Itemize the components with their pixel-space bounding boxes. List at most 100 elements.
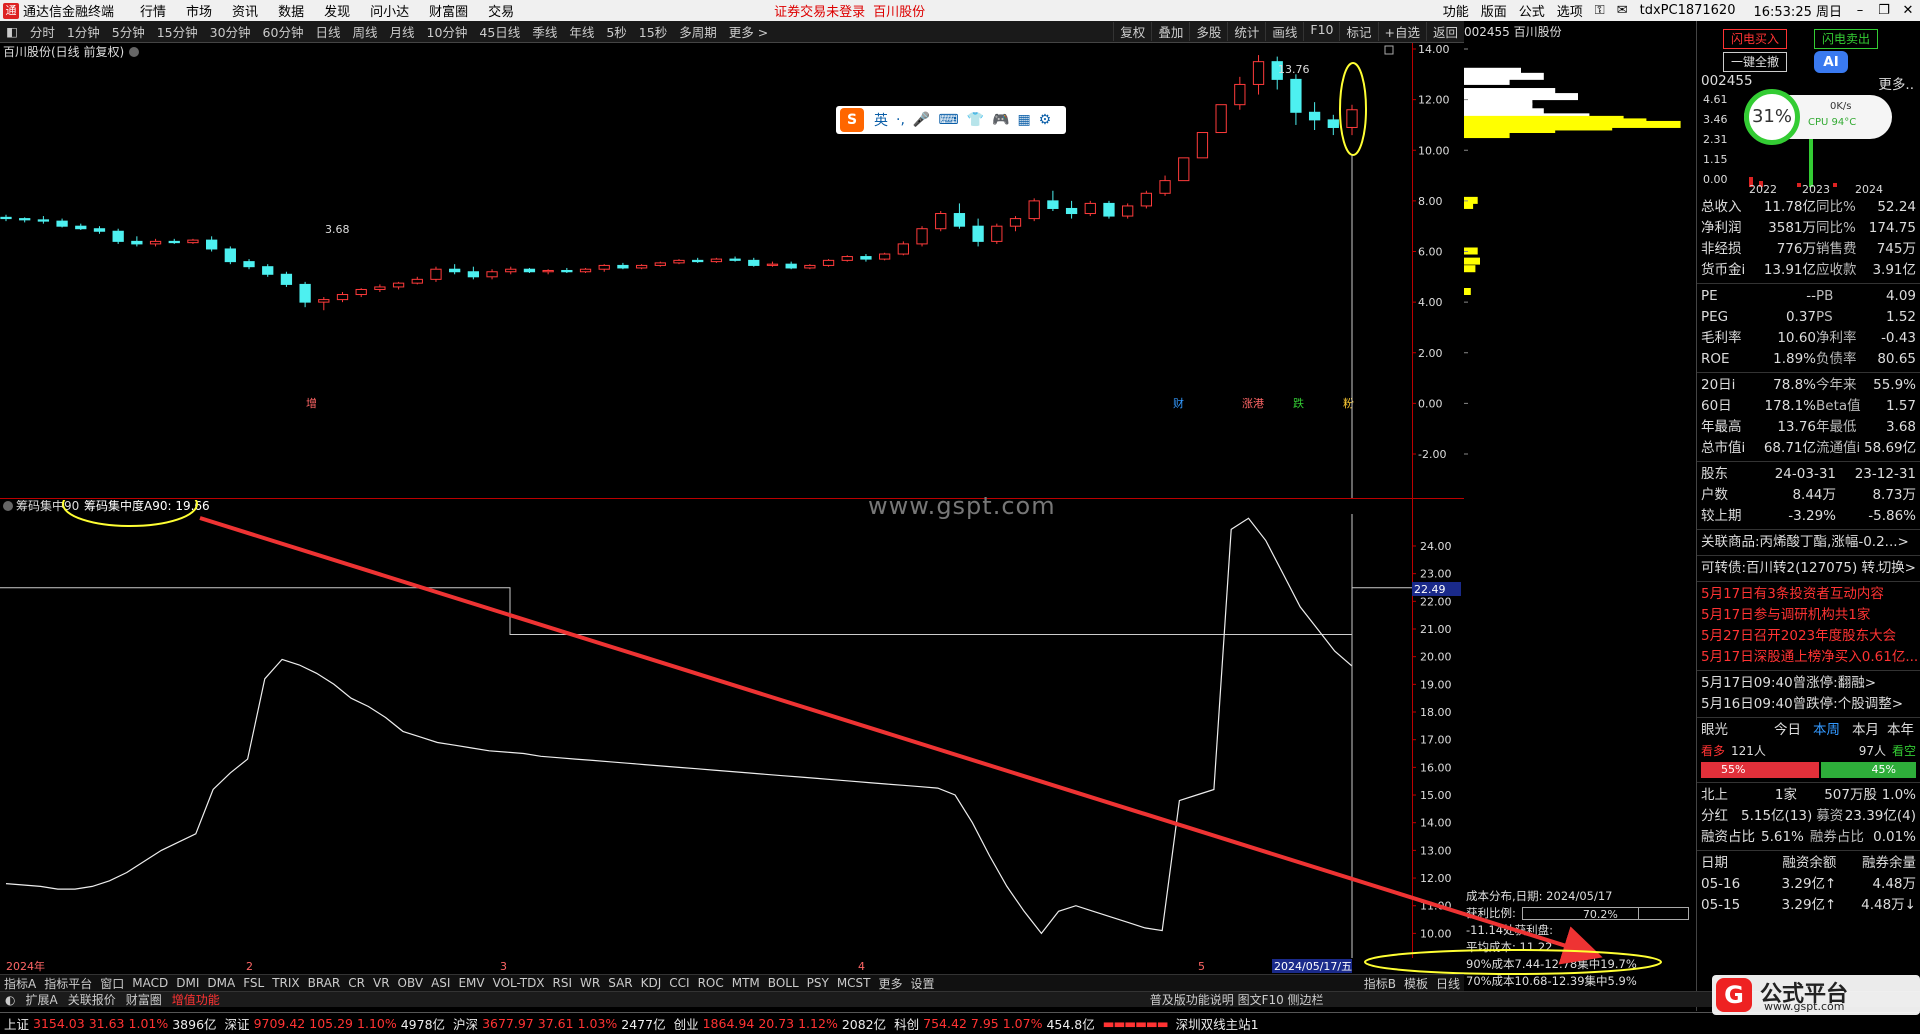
- server-name[interactable]: 深圳双线主站1: [1176, 1014, 1259, 1033]
- ind-tab[interactable]: TRIX: [268, 976, 303, 990]
- ind-tab[interactable]: 指标A: [0, 975, 40, 992]
- tab-today[interactable]: 今日: [1768, 720, 1807, 741]
- ind-tab[interactable]: OBV: [394, 976, 428, 990]
- right-info-panel: 闪电买入 闪电卖出 一键全撤 AI 002455 更多.. 4.61 3.46 …: [1696, 21, 1920, 1011]
- cost90-highlight-ellipse: [1364, 949, 1662, 975]
- bottom-tab[interactable]: 扩展A: [20, 991, 62, 1008]
- ind-tab[interactable]: 更多: [875, 975, 907, 992]
- ind-tab-b[interactable]: 指标B: [1360, 975, 1400, 992]
- short-value: 0.01%: [1873, 829, 1916, 845]
- template-tab[interactable]: 模板: [1400, 975, 1432, 992]
- fin-label-1: 净利润: [1701, 220, 1742, 236]
- fundraise-value: 23.39亿(4): [1844, 808, 1916, 824]
- skin-icon[interactable]: 👕: [967, 112, 984, 128]
- tab-week[interactable]: 本周: [1807, 720, 1846, 741]
- sentiment-bar: 55% 45%: [1701, 762, 1916, 780]
- ai-icon[interactable]: AI: [1814, 51, 1848, 73]
- ind-tab[interactable]: DMA: [203, 976, 239, 990]
- cancel-all-button[interactable]: 一键全撤: [1723, 52, 1787, 72]
- holder-value-2b: -5.86%: [1868, 508, 1916, 524]
- bottom-tab[interactable]: 财富圈: [121, 991, 167, 1008]
- ind-tab[interactable]: ROC: [694, 976, 728, 990]
- ratio-label-1: PEG: [1701, 309, 1729, 325]
- bottom-tab[interactable]: 关联报价: [63, 991, 121, 1008]
- flash-buy-button[interactable]: 闪电买入: [1723, 29, 1787, 49]
- ind-tab[interactable]: MACD: [128, 976, 172, 990]
- perf-label-0b: 今年来: [1816, 377, 1857, 393]
- alert-item[interactable]: 5月16日09:40曾跌停:个股调整>: [1697, 694, 1920, 715]
- ime-language[interactable]: 英: [874, 110, 888, 130]
- short-label: 融券占比: [1809, 829, 1864, 845]
- ime-toolbar[interactable]: S 英 ·, 🎤 ⌨ 👕 🎮 ▦ ⚙: [836, 106, 1066, 134]
- ind-tab[interactable]: 指标平台: [40, 975, 96, 992]
- index-name[interactable]: 沪深: [453, 1014, 478, 1033]
- keyboard-icon[interactable]: ⌨: [938, 112, 958, 128]
- bottom-tab[interactable]: 增值功能: [167, 991, 225, 1008]
- ind-tab[interactable]: WR: [576, 976, 604, 990]
- ind-tab[interactable]: CCI: [665, 976, 693, 990]
- bull-bar: 55%: [1701, 762, 1820, 778]
- ind-tab[interactable]: RSI: [549, 976, 577, 990]
- ind-tab[interactable]: SAR: [604, 976, 636, 990]
- ind-tab[interactable]: FSL: [239, 976, 268, 990]
- ind-tab[interactable]: DMI: [172, 976, 203, 990]
- ind-tab[interactable]: KDJ: [637, 976, 666, 990]
- ind-tab[interactable]: BOLL: [764, 976, 803, 990]
- ind-tab[interactable]: BRAR: [304, 976, 345, 990]
- brand-url: www.gspt.com: [1764, 1000, 1845, 1013]
- tab-month[interactable]: 本月: [1846, 720, 1885, 741]
- toggle-icon[interactable]: ◐: [0, 993, 20, 1007]
- hint-text[interactable]: 普及版功能说明 图文F10 侧边栏: [1145, 991, 1329, 1008]
- ind-tab[interactable]: 设置: [907, 975, 939, 992]
- rev-ytick-4: 0.00: [1703, 173, 1728, 186]
- bear-count: 97人: [1858, 744, 1886, 758]
- index-name[interactable]: 科创: [894, 1014, 919, 1033]
- index-name[interactable]: 上证: [4, 1014, 29, 1033]
- perf-value-1b: 1.57: [1885, 398, 1916, 414]
- margin-row-short: 4.48万: [1872, 876, 1916, 892]
- index-name[interactable]: 创业: [674, 1014, 699, 1033]
- ind-tab[interactable]: EMV: [454, 976, 488, 990]
- alert-item[interactable]: 5月17日09:40曾涨停:翻融>: [1697, 673, 1920, 694]
- index-name[interactable]: 深证: [225, 1014, 250, 1033]
- ind-tab[interactable]: VR: [369, 976, 394, 990]
- more-link[interactable]: 更多..: [1878, 73, 1914, 93]
- minimize-icon[interactable]: –: [1848, 3, 1872, 18]
- clock: 16:53:25 周日: [1753, 5, 1842, 20]
- margin-head-date: 日期: [1701, 855, 1728, 871]
- ind-tab[interactable]: PSY: [803, 976, 833, 990]
- ind-tab[interactable]: CR: [344, 976, 369, 990]
- daily-tab[interactable]: 日线: [1432, 975, 1464, 992]
- index-pct: 1.10%: [357, 1016, 397, 1031]
- index-amount: 3896亿: [172, 1017, 217, 1032]
- perf-label-3: 总市值i: [1701, 440, 1746, 456]
- microphone-icon[interactable]: 🎤: [913, 112, 930, 128]
- ind-tab[interactable]: VOL-TDX: [489, 976, 549, 990]
- news-item[interactable]: 5月17日参与调研机构共1家: [1697, 605, 1920, 626]
- bond-switch[interactable]: 切换>: [1878, 558, 1916, 579]
- news-item[interactable]: 5月17日有3条投资者互动内容: [1697, 584, 1920, 605]
- ind-tab[interactable]: 窗口: [96, 975, 128, 992]
- ime-settings-icon[interactable]: ⚙: [1039, 112, 1052, 128]
- index-change: 31.63: [88, 1016, 125, 1031]
- ind-tab[interactable]: MCST: [833, 976, 875, 990]
- related-commodity[interactable]: 关联商品:丙烯酸丁酯,涨幅-0.2...>: [1697, 532, 1920, 553]
- holder-label-0: 股东: [1701, 466, 1728, 482]
- news-item[interactable]: 5月17日深股通上榜净买入0.61亿...: [1697, 647, 1920, 668]
- close-icon[interactable]: ✕: [1896, 3, 1920, 18]
- restore-icon[interactable]: ❐: [1872, 3, 1896, 18]
- ratio-label-3: ROE: [1701, 351, 1730, 367]
- ime-punct-icon[interactable]: ·,: [896, 112, 905, 128]
- game-icon[interactable]: 🎮: [992, 112, 1009, 128]
- rev-bar: [1797, 183, 1801, 187]
- margin-row-balance: 3.29亿↑: [1781, 897, 1837, 913]
- perf-value-3b: 58.69亿: [1864, 440, 1917, 456]
- grid-icon[interactable]: ▦: [1017, 112, 1030, 128]
- news-item[interactable]: 5月27日召开2023年度股东大会: [1697, 626, 1920, 647]
- convertible-bond[interactable]: 可转债:百川转2(127075) 转...: [1701, 558, 1878, 579]
- flash-sell-button[interactable]: 闪电卖出: [1814, 29, 1878, 49]
- tab-year[interactable]: 本年: [1885, 720, 1916, 741]
- ind-tab[interactable]: MTM: [728, 976, 764, 990]
- cpu-monitor[interactable]: 31% 0K/s CPU 94°C: [1744, 89, 1892, 145]
- ind-tab[interactable]: ASI: [427, 976, 454, 990]
